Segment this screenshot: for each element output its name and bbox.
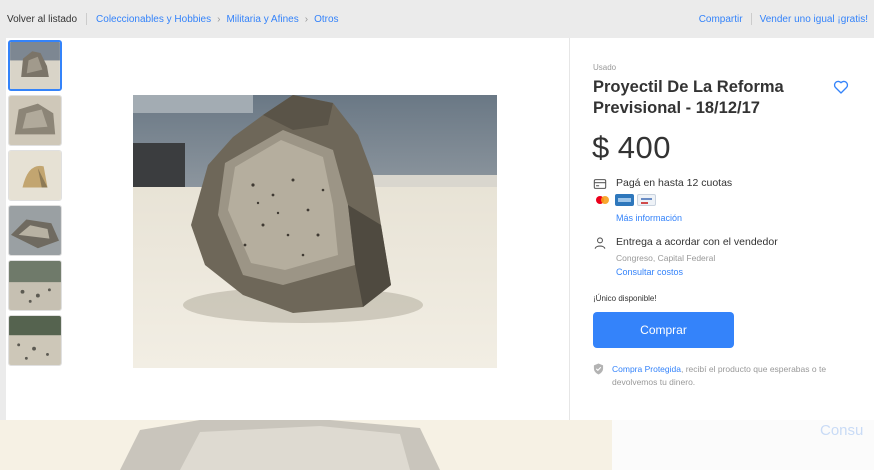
ghost-consultar-text: Consu (820, 422, 864, 439)
breadcrumb-link-militaria[interactable]: Militaria y Afines (226, 14, 298, 25)
payment-methods (593, 194, 656, 206)
rock-photo-thumbnail (9, 96, 61, 145)
chevron-right-icon: › (217, 13, 221, 25)
divider (750, 13, 752, 25)
seller-location: Congreso, Capital Federal (616, 253, 716, 263)
shipping-costs-link[interactable]: Consultar costos (616, 267, 683, 277)
divider (86, 13, 88, 25)
thumbnail-4[interactable] (8, 205, 62, 256)
enlarged-photo-preview (0, 420, 874, 470)
buy-button[interactable]: Comprar (593, 312, 734, 348)
credit-card-icon (593, 179, 607, 189)
thumbnail-3[interactable] (8, 150, 62, 201)
breadcrumb-link-coleccionables[interactable]: Coleccionables y Hobbies (96, 14, 211, 25)
installments-text: Pagá en hasta 12 cuotas (616, 177, 733, 189)
shipping-text: Entrega a acordar con el vendedor (616, 236, 778, 248)
chevron-right-icon: › (304, 13, 309, 25)
condition-label: Usado (593, 63, 617, 72)
street-photo-thumbnail (9, 261, 61, 310)
person-icon (594, 237, 606, 249)
generic-card-icon (637, 194, 656, 206)
more-info-link[interactable]: Más información (616, 213, 682, 223)
top-actions: Compartir Vender uno igual ¡gratis! (699, 13, 868, 25)
currency-symbol: $ (592, 130, 610, 165)
thumbnail-5[interactable] (8, 260, 62, 311)
amex-icon (615, 194, 634, 206)
breadcrumb-link-otros[interactable]: Otros (314, 14, 338, 25)
top-bar: Volver al listado Coleccionables y Hobbi… (0, 0, 874, 38)
rock-photo-enlarged (0, 420, 874, 470)
price: $400 (592, 130, 671, 166)
thumbnail-1[interactable] (8, 40, 62, 91)
product-title: Proyectil De La Reforma Previsional - 18… (593, 78, 784, 117)
rock-photo-thumbnail (9, 206, 61, 255)
price-amount: 400 (617, 130, 671, 165)
rock-photo (133, 95, 497, 368)
shield-icon (593, 363, 604, 375)
protected-purchase-link[interactable]: Compra Protegida (612, 364, 681, 374)
thumbnail-gallery (8, 40, 64, 370)
street-photo-thumbnail (9, 316, 61, 365)
rock-photo-thumbnail (9, 151, 61, 200)
heart-icon[interactable] (832, 78, 850, 96)
protection-text: Compra Protegida, recibí el producto que… (612, 363, 857, 389)
purchase-panel: Usado Proyectil De La Reforma Previsiona… (569, 38, 874, 420)
share-link[interactable]: Compartir (699, 14, 743, 25)
thumbnail-6[interactable] (8, 315, 62, 366)
sell-similar-link[interactable]: Vender uno igual ¡gratis! (760, 14, 868, 25)
mastercard-icon (593, 194, 612, 206)
main-product-image[interactable] (133, 95, 497, 368)
thumbnail-2[interactable] (8, 95, 62, 146)
breadcrumb: Volver al listado Coleccionables y Hobbi… (0, 13, 339, 25)
stock-label: ¡Único disponible! (593, 294, 657, 303)
product-card: Usado Proyectil De La Reforma Previsiona… (6, 38, 874, 420)
rock-photo-thumbnail (10, 42, 60, 89)
back-to-list-link[interactable]: Volver al listado (7, 14, 77, 25)
